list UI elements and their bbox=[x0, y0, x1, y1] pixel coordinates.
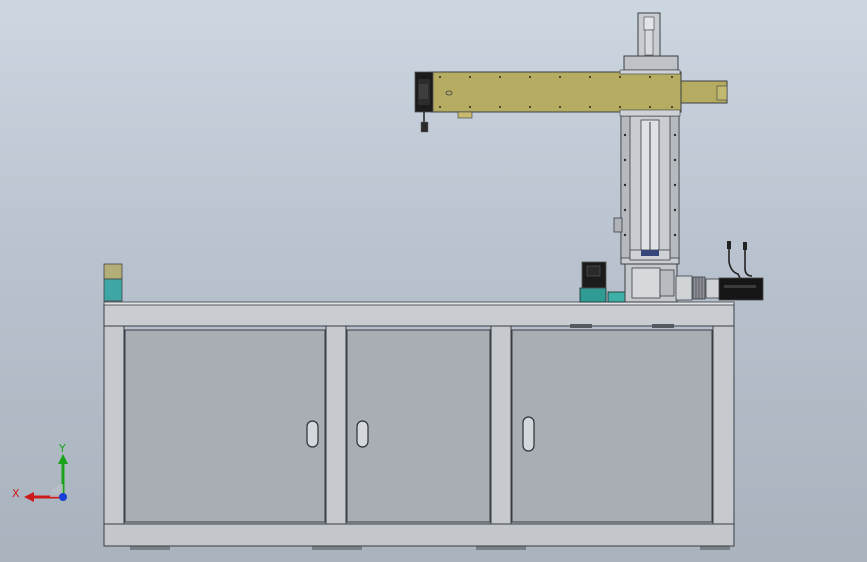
container-left[interactable] bbox=[103, 263, 123, 302]
tower-mid bbox=[644, 29, 654, 56]
connector bbox=[727, 241, 731, 249]
column-foot-plate bbox=[631, 267, 661, 299]
door-handle-right[interactable] bbox=[522, 416, 535, 452]
carriage-block bbox=[641, 250, 659, 256]
door-handle-left[interactable] bbox=[306, 420, 319, 448]
arm-end-label bbox=[419, 84, 428, 99]
motor-label bbox=[586, 265, 601, 277]
arm-beam bbox=[430, 71, 682, 113]
container-body bbox=[103, 278, 123, 302]
tower-base-plate bbox=[623, 55, 679, 71]
cad-viewport[interactable]: X Y bbox=[0, 0, 867, 562]
arm-extension-cap bbox=[716, 85, 728, 101]
arm-under-bracket bbox=[457, 111, 473, 119]
horizontal-arm[interactable] bbox=[414, 69, 728, 133]
bellows-coupling bbox=[692, 276, 706, 300]
column-right-rail bbox=[669, 115, 680, 259]
cabinet-post-mid-2 bbox=[490, 325, 512, 525]
coupling-housing bbox=[675, 275, 693, 301]
column-left-rail bbox=[620, 115, 631, 259]
vertical-column[interactable] bbox=[613, 115, 680, 265]
arm-end-connector bbox=[420, 121, 429, 133]
column-foot-cap bbox=[659, 269, 675, 297]
cabinet-post-mid-1 bbox=[325, 325, 347, 525]
cable bbox=[744, 250, 753, 277]
teal-block bbox=[579, 287, 607, 303]
cabinet-door-right[interactable] bbox=[511, 329, 713, 523]
arm-bottom-plate bbox=[619, 109, 681, 117]
connector bbox=[743, 242, 747, 250]
y-axis-arrowhead bbox=[58, 454, 68, 464]
tower-window bbox=[643, 16, 655, 31]
arm-top-plate bbox=[619, 69, 681, 75]
machine-assembly-model[interactable] bbox=[0, 0, 867, 562]
x-axis-label: X bbox=[12, 487, 20, 500]
top-tower[interactable] bbox=[623, 12, 679, 71]
cabinet-bottom-rail bbox=[103, 523, 735, 547]
cabinet-post-right bbox=[712, 325, 735, 525]
teal-block bbox=[607, 291, 627, 303]
z-axis-dot bbox=[59, 493, 67, 501]
servo-motor-stripe bbox=[724, 285, 756, 288]
cabinet-post-left bbox=[103, 325, 125, 525]
container-lid bbox=[103, 263, 123, 280]
column-side-bracket bbox=[613, 217, 623, 233]
door-handle-middle[interactable] bbox=[356, 420, 369, 448]
cabinet-door-left[interactable] bbox=[124, 329, 326, 523]
cabinet-top-rail bbox=[103, 303, 735, 327]
cable bbox=[728, 249, 741, 279]
servo-motor bbox=[718, 277, 764, 301]
rail-bracket bbox=[570, 324, 592, 328]
coordinate-triad: X Y bbox=[12, 442, 68, 502]
x-axis-arrowhead bbox=[24, 492, 34, 502]
y-axis-label: Y bbox=[58, 442, 66, 455]
cabinet[interactable] bbox=[103, 301, 735, 550]
motor-flange bbox=[705, 278, 721, 299]
rail-bracket bbox=[652, 324, 674, 328]
